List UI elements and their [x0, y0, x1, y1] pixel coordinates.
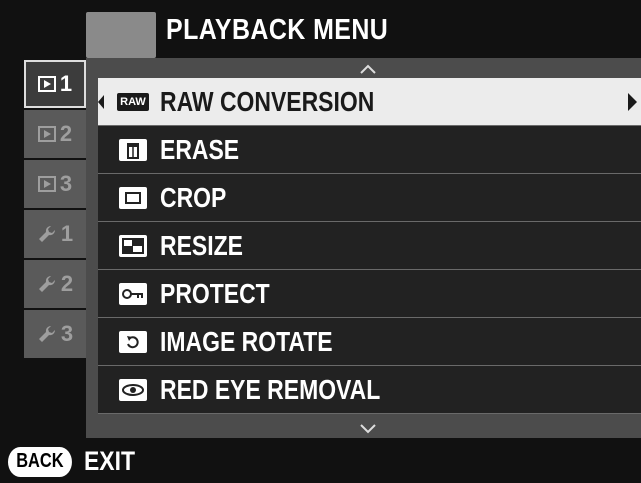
arrow-right-icon — [628, 93, 637, 111]
menu-item-label: RED EYE REMOVAL — [160, 373, 381, 405]
wrench-icon — [37, 224, 57, 244]
footer: BACK EXIT — [8, 446, 144, 477]
tab-label: 1 — [60, 221, 74, 246]
tab-playback-3[interactable]: 3 — [24, 160, 86, 208]
menu-item-label: RAW CONVERSION — [160, 85, 375, 117]
menu-item-label: PROTECT — [160, 277, 270, 309]
eye-icon — [116, 378, 150, 402]
wrench-icon — [37, 324, 57, 344]
page-title: PLAYBACK MENU — [166, 14, 389, 46]
tab-label: 3 — [60, 321, 74, 346]
tab-label: 2 — [60, 271, 74, 296]
header-tab-block — [86, 12, 156, 58]
menu-item-red-eye-removal[interactable]: RED EYE REMOVAL — [98, 366, 641, 414]
arrow-left-icon — [98, 95, 104, 109]
menu-item-crop[interactable]: CROP — [98, 174, 641, 222]
raw-icon: RAW — [116, 90, 150, 114]
menu-item-raw-conversion[interactable]: RAW RAW CONVERSION — [98, 78, 641, 126]
tab-setup-3[interactable]: 3 — [24, 310, 86, 358]
tab-setup-1[interactable]: 1 — [24, 210, 86, 258]
menu-item-erase[interactable]: ERASE — [98, 126, 641, 174]
menu-item-label: CROP — [160, 181, 227, 213]
tab-label: 1 — [59, 71, 73, 96]
exit-label: EXIT — [83, 446, 135, 476]
key-icon — [116, 282, 150, 306]
tab-label: 3 — [59, 171, 73, 196]
back-button[interactable]: BACK — [8, 446, 72, 477]
playback-icon — [37, 126, 56, 142]
crop-icon — [116, 186, 150, 210]
resize-icon — [116, 234, 150, 258]
tab-setup-2[interactable]: 2 — [24, 260, 86, 308]
rotate-icon — [116, 330, 150, 354]
menu-item-label: RESIZE — [160, 229, 243, 261]
menu-item-label: ERASE — [160, 133, 240, 165]
scroll-up-icon[interactable] — [358, 63, 378, 75]
menu-item-protect[interactable]: PROTECT — [98, 270, 641, 318]
playback-icon — [37, 76, 56, 92]
menu-item-image-rotate[interactable]: IMAGE ROTATE — [98, 318, 641, 366]
camera-screen: PLAYBACK MENU 1 2 3 1 2 3 RAW RAW CONVER… — [0, 0, 641, 483]
playback-icon — [37, 176, 56, 192]
tab-label: 2 — [59, 121, 73, 146]
tab-playback-1[interactable]: 1 — [24, 60, 86, 108]
trash-icon — [116, 138, 150, 162]
scroll-down-icon[interactable] — [358, 422, 378, 434]
tab-playback-2[interactable]: 2 — [24, 110, 86, 158]
menu-tabs: 1 2 3 1 2 3 — [24, 60, 86, 360]
menu-item-label: IMAGE ROTATE — [160, 325, 333, 357]
menu-item-resize[interactable]: RESIZE — [98, 222, 641, 270]
wrench-icon — [37, 274, 57, 294]
menu-list: RAW RAW CONVERSION ERASE CROP RESIZE PRO… — [98, 78, 641, 414]
